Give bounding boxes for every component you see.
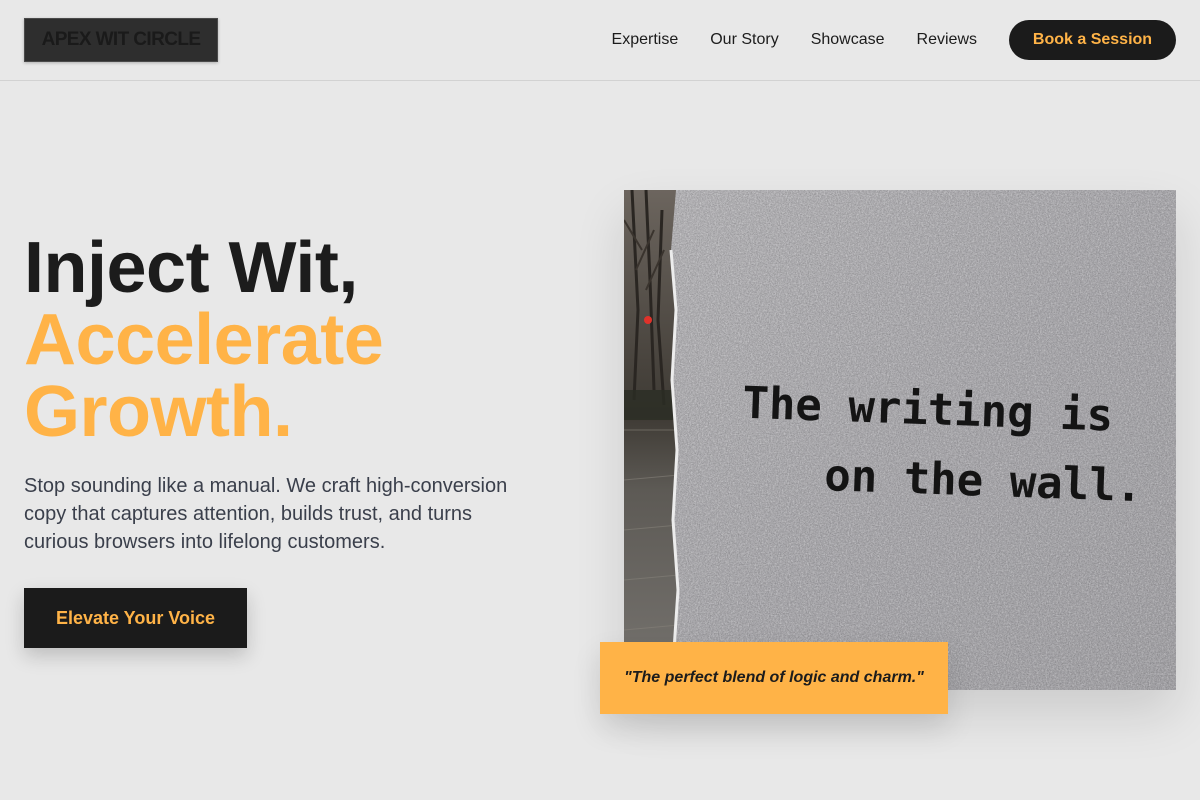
nav-link-expertise[interactable]: Expertise [612,31,679,49]
hero-subtitle: Stop sounding like a manual. We craft hi… [24,475,508,553]
main-nav: Expertise Our Story Showcase Reviews Boo… [612,20,1176,60]
nav-link-our-story[interactable]: Our Story [710,31,778,49]
site-header: APEX WIT CIRCLE Expertise Our Story Show… [0,0,1200,81]
nav-link-reviews[interactable]: Reviews [917,31,977,49]
nav-link-showcase[interactable]: Showcase [811,31,885,49]
hero-photo: The writing is on the wall. [624,190,1176,690]
hero-title-line-2: Accelerate [24,300,384,380]
brand-logo[interactable]: APEX WIT CIRCLE [24,18,218,62]
testimonial-quote: "The perfect blend of logic and charm." [624,669,924,686]
hero-title-line-3: Growth. [24,372,293,452]
book-session-button[interactable]: Book a Session [1009,20,1176,60]
hero-title-line-1: Inject Wit, [24,228,358,308]
brand-name: APEX WIT CIRCLE [41,29,201,50]
hero-title: Inject Wit, Accelerate Growth. [24,232,584,448]
elevate-voice-button[interactable]: Elevate Your Voice [24,588,247,648]
testimonial-quote-box: "The perfect blend of logic and charm." [600,642,948,714]
